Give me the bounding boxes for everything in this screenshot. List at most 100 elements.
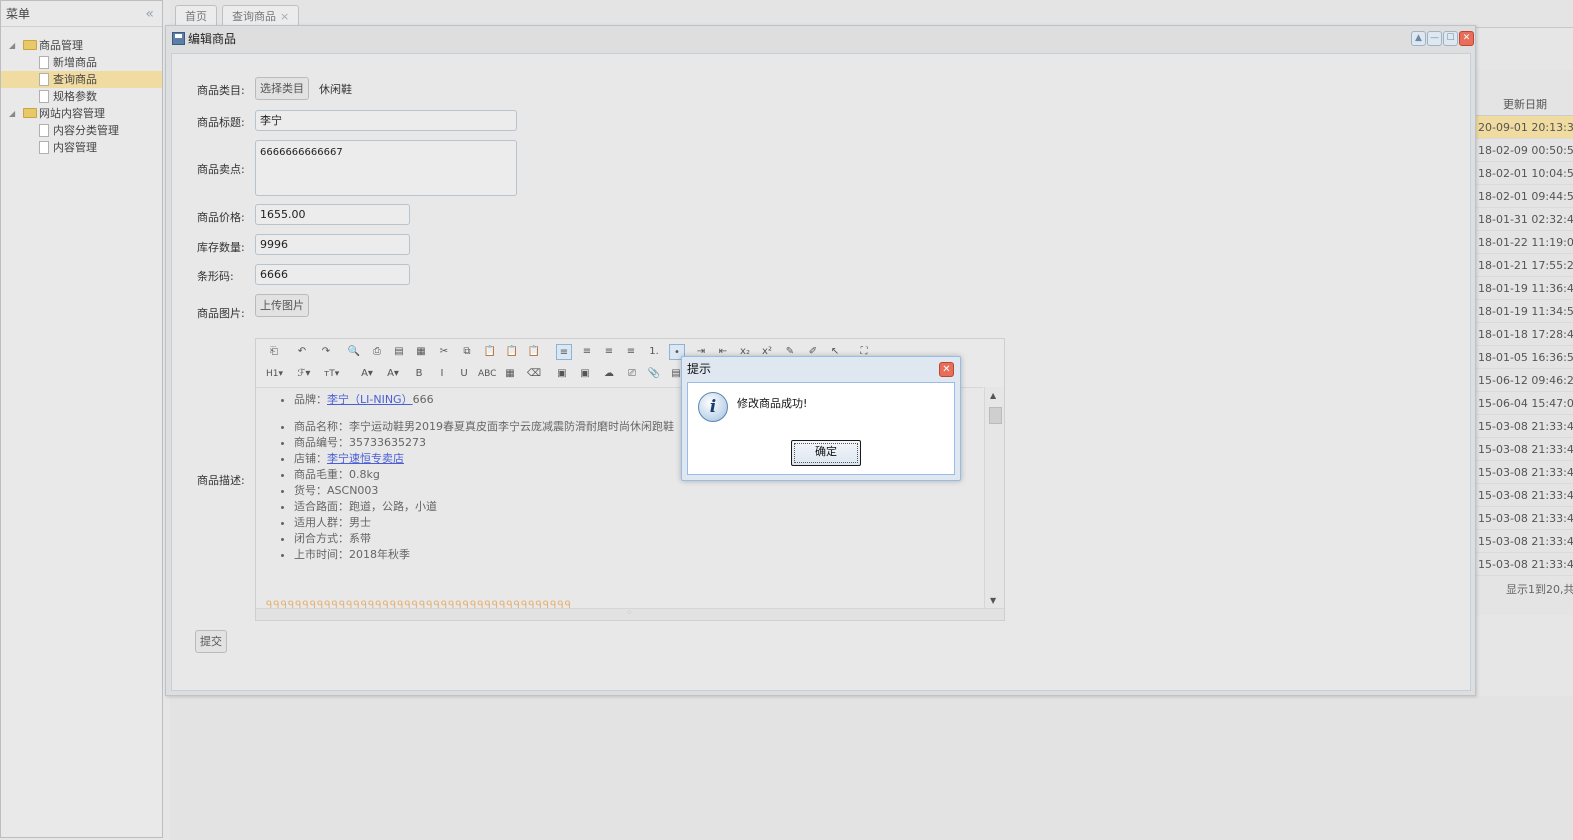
upload-image-button[interactable]: 上传图片 [255, 294, 309, 317]
scroll-up-icon[interactable]: ▲ [990, 391, 996, 400]
toolbar-button-icon[interactable]: ▣ [577, 366, 593, 382]
table-row[interactable]: 18-01-31 02:32:4 [1476, 208, 1573, 231]
table-row[interactable]: 18-01-05 16:36:5 [1476, 346, 1573, 369]
toolbar-button-icon[interactable]: ≡ [556, 344, 572, 360]
editor-scrollbar[interactable]: ▲ ▼ [984, 387, 1004, 609]
file-icon [39, 141, 49, 154]
toolbar-button-icon[interactable]: ▦ [502, 366, 518, 382]
toolbar-button-icon[interactable]: ↷ [318, 344, 334, 360]
table-row[interactable]: 15-03-08 21:33:4 [1476, 461, 1573, 484]
table-row[interactable]: 18-01-19 11:34:5 [1476, 300, 1573, 323]
list-item: 商品编号：35733635273 [294, 435, 674, 451]
toolbar-button-icon[interactable]: ✂ [436, 344, 452, 360]
toolbar-button-icon[interactable]: ≡ [623, 344, 639, 360]
toolbar-button-icon[interactable]: 1. [646, 344, 662, 360]
toolbar-button-icon[interactable]: ▤ [391, 344, 407, 360]
toolbar-button-icon[interactable]: A▾ [359, 366, 375, 382]
price-input[interactable]: 1655.00 [255, 204, 410, 225]
table-row[interactable]: 15-06-04 15:47:0 [1476, 392, 1573, 415]
maximize-button[interactable]: ☐ [1443, 31, 1458, 46]
barcode-input[interactable]: 6666 [255, 264, 410, 285]
scrollbar-thumb[interactable] [989, 407, 1002, 424]
toolbar-button-icon[interactable]: 📋 [482, 344, 498, 360]
toolbar-button-icon[interactable]: ⎙ [369, 344, 385, 360]
table-row[interactable]: 18-01-21 17:55:2 [1476, 254, 1573, 277]
brand-link[interactable]: 李宁（LI-NING） [327, 393, 413, 406]
sell-point-textarea[interactable]: 6666666666667 [255, 140, 517, 196]
toolbar-button-icon[interactable]: ≡ [601, 344, 617, 360]
list-item: 适用人群：男士 [294, 515, 674, 531]
store-link[interactable]: 李宁速恒专卖店 [327, 452, 404, 465]
close-button[interactable]: ✕ [1459, 31, 1474, 46]
stock-label: 库存数量: [197, 241, 245, 254]
table-row[interactable]: 15-06-12 09:46:2 [1476, 369, 1573, 392]
table-row[interactable]: 15-03-08 21:33:4 [1476, 507, 1573, 530]
submit-button[interactable]: 提交 [195, 630, 227, 653]
ok-button[interactable]: 确定 [791, 440, 861, 466]
dialog-title[interactable]: 提示 [682, 357, 960, 382]
toolbar-button-icon[interactable]: I [434, 366, 450, 382]
table-row[interactable]: 18-02-01 09:44:5 [1476, 185, 1573, 208]
info-icon: i [698, 392, 728, 422]
toolbar-button-icon[interactable]: 📋 [526, 344, 542, 360]
toolbar-button-icon[interactable]: A▾ [385, 366, 401, 382]
goods-grid: 更新日期 20-09-01 20:13:3 18-02-09 00:50:5 18-… [1475, 70, 1573, 615]
toolbar-button-icon[interactable]: тT▾ [324, 366, 339, 382]
resize-grip-icon[interactable]: ⁘ [626, 608, 633, 617]
tree-node-add-goods[interactable]: 新增商品 [1, 54, 162, 71]
toolbar-button-icon[interactable]: ⎗ [266, 344, 282, 360]
title-input[interactable]: 李宁 [255, 110, 517, 131]
list-item: 上市时间：2018年秋季 [294, 547, 674, 563]
toolbar-button-icon[interactable]: 🔍 [346, 344, 362, 360]
grid-column-header[interactable]: 更新日期 [1476, 94, 1573, 116]
file-icon [39, 90, 49, 103]
tree-expand-icon[interactable]: ◢ [9, 37, 15, 54]
table-row[interactable]: 15-03-08 21:33:4 [1476, 415, 1573, 438]
table-row[interactable]: 15-03-08 21:33:4 [1476, 438, 1573, 461]
toolbar-button-icon[interactable]: U [456, 366, 472, 382]
toolbar-button-icon[interactable]: ☁ [601, 366, 617, 382]
tree-expand-icon[interactable]: ◢ [9, 105, 15, 122]
toolbar-button-icon[interactable]: ⎚ [624, 366, 640, 382]
table-row[interactable]: 18-02-01 10:04:5 [1476, 162, 1573, 185]
toolbar-button-icon[interactable]: ▣ [554, 366, 570, 382]
table-row[interactable]: 18-01-19 11:36:4 [1476, 277, 1573, 300]
toolbar-button-icon[interactable]: ▦ [413, 344, 429, 360]
scroll-down-icon[interactable]: ▼ [990, 596, 996, 605]
table-row[interactable]: 15-03-08 21:33:4 [1476, 553, 1573, 576]
toolbar-button-icon[interactable]: 📋 [504, 344, 520, 360]
table-row[interactable]: 15-03-08 21:33:4 [1476, 484, 1573, 507]
toolbar-button-icon[interactable]: ≡ [579, 344, 595, 360]
toolbar-button-icon[interactable]: ℱ▾ [296, 366, 312, 382]
content-area [170, 696, 1573, 840]
stock-input[interactable]: 9996 [255, 234, 410, 255]
window-title-bar[interactable]: 编辑商品 ▲ — ☐ ✕ [166, 26, 1475, 53]
tree-node-content-manage[interactable]: 内容管理 [1, 139, 162, 156]
toolbar-button-icon[interactable]: ↶ [294, 344, 310, 360]
table-row[interactable]: 18-02-09 00:50:5 [1476, 139, 1573, 162]
toolbar-button-icon[interactable]: H1▾ [266, 366, 283, 382]
table-row[interactable]: 18-01-22 11:19:0 [1476, 231, 1573, 254]
tree-node-spec-params[interactable]: 规格参数 [1, 88, 162, 105]
collapse-button[interactable]: ▲ [1411, 31, 1426, 46]
toolbar-button-icon[interactable]: ABC [478, 366, 496, 382]
list-item: 商品毛重：0.8kg [294, 467, 674, 483]
sell-point-label: 商品卖点: [197, 163, 245, 176]
toolbar-button-icon[interactable]: B [411, 366, 427, 382]
minimize-button[interactable]: — [1427, 31, 1442, 46]
toolbar-button-icon[interactable]: ⌫ [526, 366, 542, 382]
table-row[interactable]: 18-01-18 17:28:4 [1476, 323, 1573, 346]
table-row[interactable]: 15-03-08 21:33:4 [1476, 530, 1573, 553]
close-icon[interactable]: × [280, 10, 289, 23]
tree-node-site-content[interactable]: ◢ 网站内容管理 [1, 105, 162, 122]
tree-node-content-category[interactable]: 内容分类管理 [1, 122, 162, 139]
tree-node-query-goods[interactable]: 查询商品 [1, 71, 162, 88]
table-row[interactable]: 20-09-01 20:13:3 [1476, 116, 1573, 139]
toolbar-button-icon[interactable]: ⧉ [459, 344, 475, 360]
close-icon[interactable]: ✕ [939, 362, 954, 377]
collapse-icon[interactable]: « [145, 1, 154, 27]
toolbar-button-icon[interactable]: 📎 [646, 366, 662, 382]
editor-status-bar: ⁘ [256, 608, 1004, 620]
tree-node-goods-management[interactable]: ◢ 商品管理 [1, 37, 162, 54]
select-category-button[interactable]: 选择类目 [255, 77, 309, 100]
